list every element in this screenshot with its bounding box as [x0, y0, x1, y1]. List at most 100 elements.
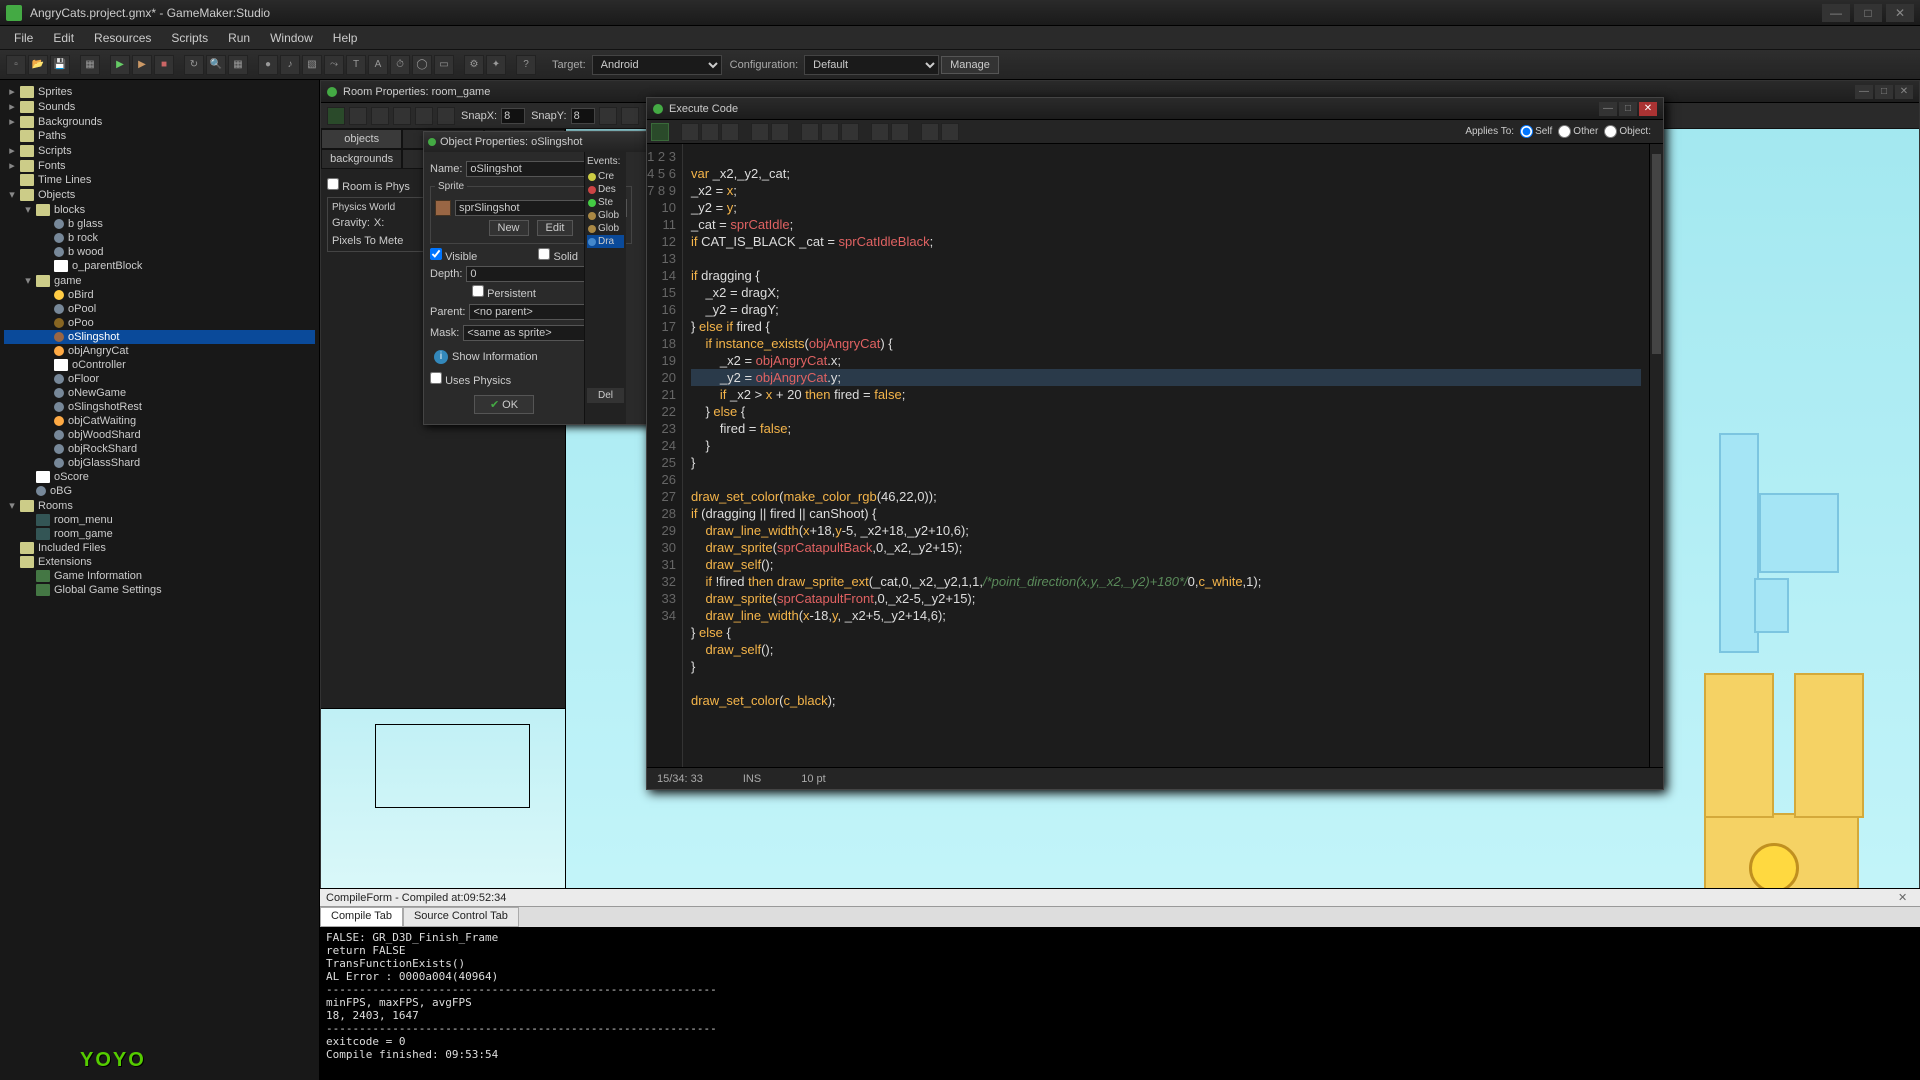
- sprite-icon[interactable]: ●: [258, 55, 278, 75]
- tree-item[interactable]: oPoo: [4, 316, 315, 330]
- room-delete-icon[interactable]: [437, 107, 455, 125]
- show-information-button[interactable]: iShow Information: [430, 348, 578, 366]
- code-editor[interactable]: var _x2,_y2,_cat; _x2 = x; _y2 = y; _cat…: [683, 144, 1649, 767]
- code-copy-icon[interactable]: [821, 123, 839, 141]
- gear-icon[interactable]: ✦: [486, 55, 506, 75]
- event-global1[interactable]: Glob: [587, 209, 624, 222]
- tree-backgrounds[interactable]: ▸Backgrounds: [4, 114, 315, 129]
- tree-globalsettings[interactable]: Global Game Settings: [4, 583, 315, 597]
- tree-item[interactable]: oBird: [4, 288, 315, 302]
- uses-physics-check[interactable]: Uses Physics: [430, 375, 511, 387]
- sprite-new-button[interactable]: New: [489, 220, 529, 236]
- tree-sprites[interactable]: ▸Sprites: [4, 84, 315, 99]
- tree-extensions[interactable]: Extensions: [4, 555, 315, 569]
- config-select[interactable]: Default: [804, 55, 939, 75]
- code-replace-icon[interactable]: [891, 123, 909, 141]
- applies-self-radio[interactable]: Self: [1520, 125, 1552, 138]
- search-icon[interactable]: 🔍: [206, 55, 226, 75]
- applies-object-radio[interactable]: Object:: [1604, 125, 1651, 138]
- menu-file[interactable]: File: [4, 28, 43, 48]
- code-undo-icon[interactable]: [751, 123, 769, 141]
- snapx-input[interactable]: [501, 108, 525, 124]
- room-icon[interactable]: ▭: [434, 55, 454, 75]
- tree-item[interactable]: oPool: [4, 302, 315, 316]
- room-tab-backgrounds[interactable]: backgrounds: [321, 149, 402, 169]
- menu-scripts[interactable]: Scripts: [161, 28, 218, 48]
- code-maximize-button[interactable]: □: [1619, 102, 1637, 116]
- tree-item[interactable]: objRockShard: [4, 442, 315, 456]
- room-undo-icon[interactable]: [349, 107, 367, 125]
- tree-gameinfo[interactable]: Game Information: [4, 569, 315, 583]
- grid-toggle-icon[interactable]: [599, 107, 617, 125]
- room-redo-icon[interactable]: [371, 107, 389, 125]
- code-print-icon[interactable]: [721, 123, 739, 141]
- resource-tree[interactable]: ▸Sprites ▸Sounds ▸Backgrounds Paths ▸Scr…: [0, 80, 320, 1080]
- menu-resources[interactable]: Resources: [84, 28, 161, 48]
- tree-sounds[interactable]: ▸Sounds: [4, 99, 315, 114]
- menu-edit[interactable]: Edit: [43, 28, 84, 48]
- code-cut-icon[interactable]: [801, 123, 819, 141]
- event-create[interactable]: Cre: [587, 170, 624, 183]
- new-icon[interactable]: ▫: [6, 55, 26, 75]
- solid-check[interactable]: Solid: [538, 248, 578, 263]
- refresh-icon[interactable]: ↻: [184, 55, 204, 75]
- room-minimize-button[interactable]: —: [1855, 85, 1873, 99]
- code-snippet-icon[interactable]: [921, 123, 939, 141]
- sprite-name-input[interactable]: [455, 200, 605, 216]
- code-open-icon[interactable]: [681, 123, 699, 141]
- object-icon[interactable]: ◯: [412, 55, 432, 75]
- code-scrollbar[interactable]: [1649, 144, 1663, 767]
- tree-item[interactable]: oController: [4, 358, 315, 372]
- room-maximize-button[interactable]: □: [1875, 85, 1893, 99]
- event-step[interactable]: Ste: [587, 196, 624, 209]
- font-icon[interactable]: A: [368, 55, 388, 75]
- stop-icon[interactable]: ■: [154, 55, 174, 75]
- manage-button[interactable]: Manage: [941, 56, 999, 74]
- event-destroy[interactable]: Des: [587, 183, 624, 196]
- iso-toggle-icon[interactable]: [621, 107, 639, 125]
- tree-objects[interactable]: ▾Objects: [4, 187, 315, 202]
- code-redo-icon[interactable]: [771, 123, 789, 141]
- room-tab-objects[interactable]: objects: [321, 129, 402, 149]
- tree-item[interactable]: oFloor: [4, 372, 315, 386]
- tree-fonts[interactable]: ▸Fonts: [4, 158, 315, 173]
- tree-item[interactable]: oScore: [4, 470, 315, 484]
- tree-item[interactable]: b glass: [4, 217, 315, 231]
- tree-blocks-folder[interactable]: ▾blocks: [4, 202, 315, 217]
- room-tool-icon[interactable]: [393, 107, 411, 125]
- room-lock-icon[interactable]: [415, 107, 433, 125]
- tree-paths[interactable]: Paths: [4, 129, 315, 143]
- code-confirm-icon[interactable]: [651, 123, 669, 141]
- debug-icon[interactable]: ▶: [132, 55, 152, 75]
- tree-item[interactable]: objAngryCat: [4, 344, 315, 358]
- tree-item[interactable]: objCatWaiting: [4, 414, 315, 428]
- maximize-button[interactable]: □: [1854, 4, 1882, 22]
- timeline-icon[interactable]: ⏱: [390, 55, 410, 75]
- event-delete-button[interactable]: Del: [587, 388, 624, 403]
- tree-item[interactable]: objGlassShard: [4, 456, 315, 470]
- code-find-icon[interactable]: [871, 123, 889, 141]
- export-icon[interactable]: ▦: [80, 55, 100, 75]
- room-close-button[interactable]: ✕: [1895, 85, 1913, 99]
- visible-check[interactable]: Visible: [430, 248, 477, 263]
- snapy-input[interactable]: [571, 108, 595, 124]
- obj-ok-button[interactable]: ✔OK: [474, 395, 534, 414]
- open-icon[interactable]: 📂: [28, 55, 48, 75]
- sound-icon[interactable]: ♪: [280, 55, 300, 75]
- compile-tab[interactable]: Compile Tab: [320, 907, 403, 927]
- grid-icon[interactable]: ▦: [228, 55, 248, 75]
- compile-log[interactable]: FALSE: GR_D3D_Finish_Frame return FALSE …: [320, 927, 1920, 1080]
- tree-rooms[interactable]: ▾Rooms: [4, 498, 315, 513]
- tree-item[interactable]: oSlingshotRest: [4, 400, 315, 414]
- tree-item[interactable]: o_parentBlock: [4, 259, 315, 273]
- tree-item[interactable]: b wood: [4, 245, 315, 259]
- close-button[interactable]: ✕: [1886, 4, 1914, 22]
- source-control-tab[interactable]: Source Control Tab: [403, 907, 519, 927]
- applies-other-radio[interactable]: Other: [1558, 125, 1598, 138]
- event-global2[interactable]: Glob: [587, 222, 624, 235]
- menu-window[interactable]: Window: [260, 28, 323, 48]
- room-confirm-icon[interactable]: [327, 107, 345, 125]
- tree-included[interactable]: Included Files: [4, 541, 315, 555]
- save-icon[interactable]: 💾: [50, 55, 70, 75]
- tree-item[interactable]: oBG: [4, 484, 315, 498]
